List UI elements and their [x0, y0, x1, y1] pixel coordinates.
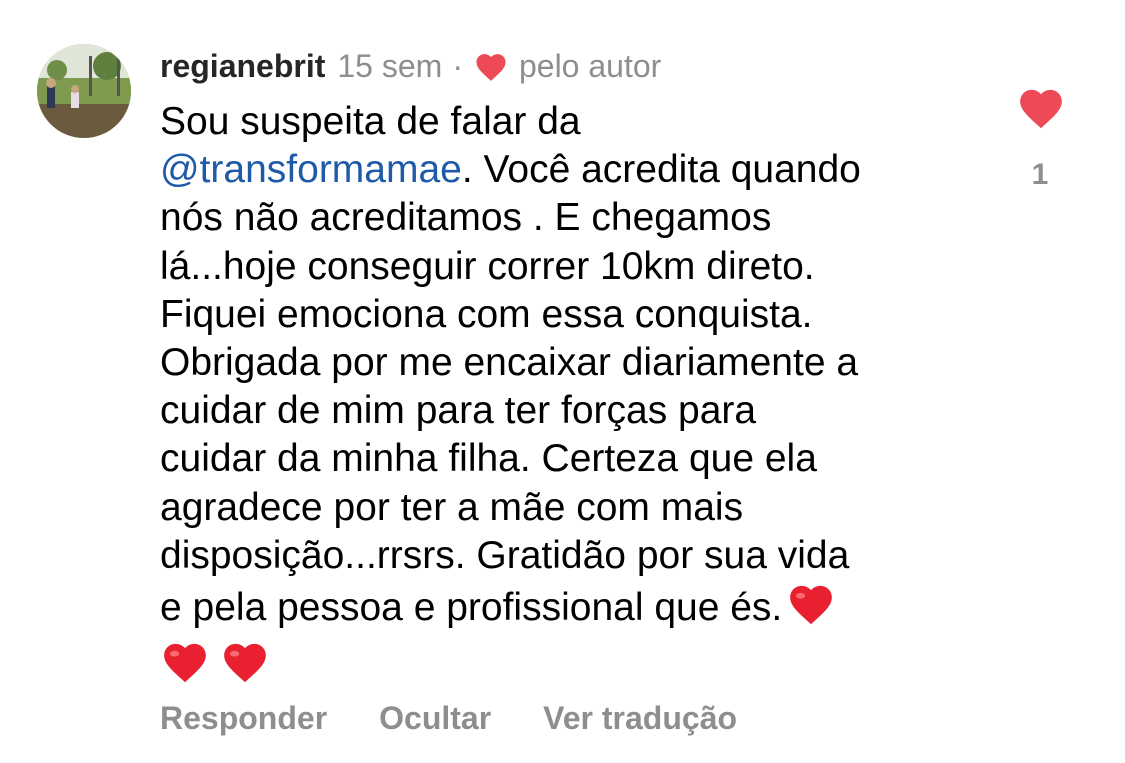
comment-line: Fiquei emociona com essa conquista.: [160, 292, 813, 336]
meta-separator: ·: [452, 47, 463, 84]
comment-line: e pela pessoa e profissional que és.: [160, 580, 980, 638]
reply-button[interactable]: Responder: [160, 700, 327, 737]
comment-line: Sou suspeita de falar da: [160, 100, 581, 143]
mention-link[interactable]: @transformamae: [160, 148, 462, 191]
comment-line: cuidar de mim para ter forças para: [160, 389, 757, 433]
comment-line: agradece por ter a mãe com mais: [160, 485, 744, 529]
comment-line: disposição...rrsrs. Gratidão por sua vid…: [160, 533, 850, 577]
red-heart-emoji-icon: [160, 638, 210, 696]
comment-timestamp: 15 sem: [337, 47, 443, 84]
avatar[interactable]: [37, 44, 131, 138]
avatar-photo: [37, 44, 131, 138]
like-heart-icon[interactable]: [1016, 84, 1066, 130]
comment-line: lá...hoje conseguir correr 10km direto.: [160, 244, 815, 288]
comment-line-text: e pela pessoa e profissional que és.: [160, 586, 783, 630]
comment-line: [160, 638, 980, 696]
comment-text: Sou suspeita de falar da @transformamae.…: [160, 98, 980, 696]
red-heart-emoji-icon: [786, 580, 836, 638]
liked-by-author-label: pelo autor: [518, 47, 662, 84]
comment-line: cuidar da minha filha. Certeza que ela: [160, 437, 817, 481]
hide-button[interactable]: Ocultar: [379, 700, 491, 737]
like-count[interactable]: 1: [1020, 158, 1060, 192]
red-heart-emoji-icon: [220, 638, 270, 696]
username[interactable]: regianebrit: [160, 48, 325, 85]
comment-line: nós não acreditamos . E chegamos: [160, 196, 772, 240]
liked-by-author-heart-icon: [473, 50, 509, 82]
comment-actions: Responder Ocultar Ver tradução: [160, 700, 789, 737]
comment-line-text: . Você acredita quando: [461, 148, 861, 192]
comment-line: Obrigada por me encaixar diariamente a: [160, 341, 859, 385]
comment-line: @transformamae. Você acredita quando: [160, 146, 980, 194]
comment-header: regianebrit 15 sem · pelo autor: [160, 44, 661, 88]
see-translation-button[interactable]: Ver tradução: [543, 700, 737, 737]
